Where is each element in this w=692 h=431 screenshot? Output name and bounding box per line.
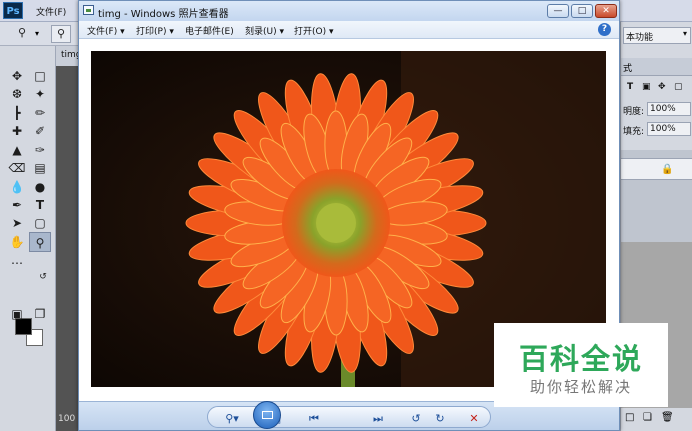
baike-watermark: 百科全说 助你轻松解决 — [494, 323, 668, 407]
opacity-row: 明度: 100% — [621, 102, 692, 120]
blur-tool-icon[interactable]: 💧 — [6, 177, 28, 197]
slideshow-icon — [262, 411, 273, 419]
new-group-icon[interactable]: □ — [625, 412, 634, 423]
new-layer-icon[interactable]: ❏ — [643, 412, 652, 423]
chevron-down-icon: ▾ — [682, 29, 687, 38]
rotate-right-icon[interactable]: ↻ — [430, 412, 450, 426]
layer-row[interactable]: 🔒 — [621, 158, 692, 180]
screen-mode-icon[interactable]: ❐ — [29, 304, 51, 324]
menu-open[interactable]: 打开(O) ▾ — [294, 24, 334, 37]
opacity-field[interactable]: 100% — [647, 102, 691, 116]
watermark-subtitle: 助你轻松解决 — [529, 378, 632, 396]
menu-print-label: 打印(P) — [136, 27, 167, 37]
menu-burn-label: 刻录(U) — [245, 27, 277, 37]
panel-tab-label: 式 — [623, 64, 633, 74]
next-icon[interactable]: ⏭ — [368, 412, 388, 426]
menu-file[interactable]: 文件(F) ▾ — [87, 24, 125, 37]
ps-zoom-level: 100 — [58, 414, 76, 424]
fill-field[interactable]: 100% — [647, 122, 691, 136]
quick-mask-icon[interactable]: ▣ — [6, 304, 28, 324]
crop-tool-icon[interactable]: ┣ — [6, 103, 28, 123]
workspace-label: 本功能 — [626, 33, 654, 43]
artboard-icon[interactable]: ▢ — [674, 82, 683, 92]
hand-tool-icon[interactable]: ✋ — [6, 232, 28, 252]
flower-disc — [316, 203, 356, 243]
rotate-left-icon[interactable]: ↺ — [406, 412, 426, 426]
ps-panel-icon-row: T ▣ ✥ ▢ — [621, 82, 692, 98]
opacity-label: 明度: — [623, 107, 645, 117]
previous-icon[interactable]: ⏮ — [304, 412, 324, 426]
menu-burn[interactable]: 刻录(U) ▾ — [245, 24, 284, 37]
eyedropper-icon[interactable]: ✏ — [29, 103, 51, 123]
zoom-tool-icon[interactable]: ⚲ — [29, 232, 51, 252]
healing-brush-icon[interactable]: ✚ — [6, 121, 28, 141]
minimize-button[interactable]: — — [547, 4, 569, 18]
more-tools-icon[interactable]: ⋯ — [6, 253, 28, 273]
workspace-select[interactable]: 本功能 ▾ — [623, 27, 691, 44]
viewer-window-title: timg - Windows 照片查看器 — [98, 9, 229, 20]
close-button[interactable]: ✕ — [595, 4, 617, 18]
fill-label: 填充: — [623, 127, 645, 137]
zoom-tool-icon[interactable]: ⚲ — [12, 25, 32, 43]
history-brush-icon[interactable]: ✑ — [29, 140, 51, 160]
menu-print[interactable]: 打印(P) ▾ — [136, 24, 174, 37]
gradient-tool-icon[interactable]: ▤ — [29, 158, 51, 178]
transform-icon[interactable]: ▣ — [642, 82, 651, 92]
menu-email[interactable]: 电子邮件(E) — [185, 24, 234, 37]
panel-tab-styles[interactable]: 式 — [621, 58, 692, 76]
swap-colors-icon[interactable]: ↺ — [32, 267, 54, 287]
menu-open-label: 打开(O) — [294, 27, 327, 37]
dodge-tool-icon[interactable]: ● — [29, 177, 51, 197]
fill-row: 填充: 100% — [621, 122, 692, 140]
magic-wand-icon[interactable]: ✦ — [29, 84, 51, 104]
watermark-title: 百科全说 — [518, 342, 643, 376]
move-tool-icon[interactable]: ✥ — [6, 66, 28, 86]
eraser-tool-icon[interactable]: ⌫ — [6, 158, 28, 178]
ps-menu-file[interactable]: 文件(F) — [36, 5, 66, 18]
zoom-in-icon[interactable]: ⚲ — [51, 25, 71, 43]
layers-panel-footer: □ ❏ 🗑 — [621, 408, 692, 431]
menu-email-label: 电子邮件(E) — [185, 27, 234, 37]
lock-icon: 🔒 — [661, 164, 674, 175]
lasso-tool-icon[interactable]: ❆ — [6, 84, 28, 104]
chevron-down-icon[interactable]: ▾ — [35, 29, 39, 38]
slideshow-button[interactable] — [253, 401, 281, 429]
viewer-titlebar[interactable]: timg - Windows 照片查看器 — □ ✕ — [79, 1, 619, 21]
ps-document-tab[interactable]: timg — [56, 46, 82, 66]
maximize-button[interactable]: □ — [571, 4, 593, 18]
path-select-icon[interactable]: ➤ — [6, 213, 28, 233]
lock-position-icon[interactable]: ✥ — [658, 82, 666, 92]
photoshop-toolbox: ✥ □ ❆ ✦ ┣ ✏ ✚ ✐ ▲ ✑ ⌫ ▤ 💧 ● ✒ T ➤ ▢ ✋ ⚲ … — [0, 46, 56, 431]
stamp-tool-icon[interactable]: ▲ — [6, 140, 28, 160]
type-tool-icon[interactable]: T — [29, 195, 51, 215]
type-layer-icon[interactable]: T — [627, 82, 633, 92]
layers-list: 🔒 — [621, 150, 692, 242]
photo-viewer-app-icon — [83, 5, 94, 15]
pen-tool-icon[interactable]: ✒ — [6, 195, 28, 215]
viewer-menubar: 文件(F) ▾ 打印(P) ▾ 电子邮件(E) 刻录(U) ▾ 打开(O) ▾ … — [79, 21, 619, 39]
menu-file-label: 文件(F) — [87, 27, 118, 37]
help-icon[interactable]: ? — [598, 23, 611, 36]
brush-tool-icon[interactable]: ✐ — [29, 121, 51, 141]
zoom-icon[interactable]: ⚲▾ — [222, 412, 242, 426]
trash-icon[interactable]: 🗑 — [661, 412, 674, 423]
shape-tool-icon[interactable]: ▢ — [29, 213, 51, 233]
delete-icon[interactable]: ✕ — [464, 412, 484, 426]
photoshop-logo: Ps — [3, 2, 23, 19]
controls-pill: ⚲▾ ▣ ⏮ ⏭ ↺ ↻ ✕ — [207, 406, 491, 428]
marquee-tool-icon[interactable]: □ — [29, 66, 51, 86]
